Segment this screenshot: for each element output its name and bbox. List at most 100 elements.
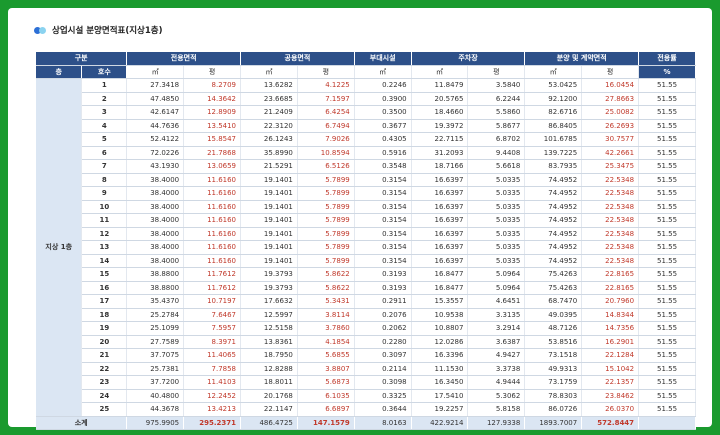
table-cell: 38.4000 bbox=[126, 254, 185, 268]
table-cell: 13.0659 bbox=[183, 159, 242, 174]
table-cell: 5.8677 bbox=[467, 119, 526, 133]
table-cell: 11.1530 bbox=[411, 362, 469, 376]
table-cell: 0.3154 bbox=[354, 240, 412, 255]
table-cell: 51.55 bbox=[638, 119, 696, 133]
table-cell: 22.1357 bbox=[581, 375, 640, 390]
table-cell: 49.0395 bbox=[524, 308, 583, 322]
unit-number: 20 bbox=[81, 335, 128, 349]
table-cell: 11.6160 bbox=[183, 227, 242, 241]
header-ratio: 전용률 bbox=[638, 52, 696, 66]
table-cell: 0.3154 bbox=[354, 200, 412, 214]
table-row: 13 38.4000 11.6160 19.1401 5.7899 0.3154 16.63… bbox=[36, 240, 696, 255]
table-cell: 16.6397 bbox=[411, 200, 469, 214]
table-cell: 3.2914 bbox=[467, 321, 526, 336]
table-cell: 16.3450 bbox=[411, 375, 469, 390]
table-cell: 0.3154 bbox=[354, 227, 412, 241]
table-cell: 6.7494 bbox=[297, 119, 355, 133]
table-cell: 48.7126 bbox=[524, 321, 583, 336]
unit-number: 17 bbox=[81, 294, 128, 309]
table-cell: 74.4952 bbox=[524, 200, 583, 214]
table-cell: 52.4122 bbox=[126, 132, 185, 147]
header-sqm: ㎡ bbox=[126, 65, 185, 79]
table-cell: 74.4952 bbox=[524, 240, 583, 255]
table-cell: 16.8477 bbox=[411, 281, 469, 295]
header-sqm: ㎡ bbox=[524, 65, 583, 79]
table-cell: 20.7960 bbox=[581, 294, 640, 309]
table-cell: 78.8303 bbox=[524, 389, 583, 403]
table-cell: 4.6451 bbox=[467, 294, 526, 309]
unit-number: 25 bbox=[81, 402, 128, 417]
table-cell: 51.55 bbox=[638, 146, 696, 160]
table-cell: 0.2280 bbox=[354, 335, 412, 349]
header-unit: 호수 bbox=[81, 65, 128, 79]
table-cell: 12.0286 bbox=[411, 335, 469, 349]
table-cell: 51.55 bbox=[638, 78, 696, 93]
table-row: 21 37.7075 11.4065 18.7950 5.6855 0.3097 16.33… bbox=[36, 348, 696, 363]
table-cell: 22.8165 bbox=[581, 281, 640, 295]
table-cell: 6.5126 bbox=[297, 159, 355, 174]
table-cell: 51.55 bbox=[638, 173, 696, 187]
table-cell: 5.7899 bbox=[297, 200, 355, 214]
table-row: 15 38.8800 11.7612 19.3793 5.8622 0.3193 16.84… bbox=[36, 267, 696, 282]
table-cell: 5.7899 bbox=[297, 173, 355, 187]
table-cell: 3.7860 bbox=[297, 321, 355, 336]
table-cell: 5.0335 bbox=[467, 254, 526, 268]
table-cell: 11.6160 bbox=[183, 213, 242, 228]
table-cell: 74.4952 bbox=[524, 213, 583, 228]
table-cell: 42.2661 bbox=[581, 146, 640, 160]
table-cell: 8.2709 bbox=[183, 78, 242, 93]
table-cell: 11.7612 bbox=[183, 281, 242, 295]
table-row: 9 38.4000 11.6160 19.1401 5.7899 0.3154 16.639… bbox=[36, 186, 696, 201]
table-cell: 0.3154 bbox=[354, 186, 412, 201]
unit-number: 1 bbox=[81, 78, 128, 93]
table-cell: 0.3154 bbox=[354, 213, 412, 228]
table-cell: 51.55 bbox=[638, 240, 696, 255]
table-cell: 11.6160 bbox=[183, 240, 242, 255]
table-cell: 13.6282 bbox=[240, 78, 298, 93]
table-cell: 10.9538 bbox=[411, 308, 469, 322]
table-cell: 86.0726 bbox=[524, 402, 583, 417]
table-cell: 19.1401 bbox=[240, 213, 298, 228]
unit-number: 5 bbox=[81, 132, 128, 147]
table-cell: 6.6897 bbox=[297, 402, 355, 417]
table-cell: 13.5410 bbox=[183, 119, 242, 133]
total-cell: 975.9905 bbox=[126, 416, 185, 430]
table-cell: 22.5348 bbox=[581, 186, 640, 201]
table-cell: 92.1200 bbox=[524, 92, 583, 106]
unit-number: 12 bbox=[81, 227, 128, 241]
table-cell: 18.7166 bbox=[411, 159, 469, 174]
table-cell: 12.5158 bbox=[240, 321, 298, 336]
table-row: 지상 1층 1 27.3418 8.2709 13.6282 4.1225 0.2246 11… bbox=[36, 78, 696, 417]
total-cell: 127.9338 bbox=[467, 416, 526, 430]
table-cell: 16.6397 bbox=[411, 240, 469, 255]
table-cell: 22.3120 bbox=[240, 119, 298, 133]
table-row: 14 38.4000 11.6160 19.1401 5.7899 0.3154 16.63… bbox=[36, 254, 696, 268]
table-cell: 16.3396 bbox=[411, 348, 469, 363]
table-cell: 49.9313 bbox=[524, 362, 583, 376]
table-cell: 25.3475 bbox=[581, 159, 640, 174]
table-cell: 74.4952 bbox=[524, 186, 583, 201]
table-cell: 51.55 bbox=[638, 362, 696, 376]
table-cell: 139.7225 bbox=[524, 146, 583, 160]
header-row-1: 구분 전용면적 공용면적 부대시설 주차장 분양 및 계약면적 전용률 bbox=[36, 52, 696, 66]
table-cell: 26.1243 bbox=[240, 132, 298, 147]
table-row: 6 72.0226 21.7868 35.8990 10.8594 0.5916 31.20… bbox=[36, 146, 696, 160]
table-cell: 5.0335 bbox=[467, 240, 526, 255]
table-cell: 0.3154 bbox=[354, 254, 412, 268]
table-cell: 19.1401 bbox=[240, 200, 298, 214]
table-cell: 38.4000 bbox=[126, 227, 185, 241]
table-cell: 51.55 bbox=[638, 186, 696, 201]
header-sqm: ㎡ bbox=[411, 65, 469, 79]
table-cell: 5.7899 bbox=[297, 227, 355, 241]
table-cell: 51.55 bbox=[638, 308, 696, 322]
total-cell: 1893.7007 bbox=[524, 416, 583, 430]
table-cell: 16.8477 bbox=[411, 267, 469, 282]
table-cell: 42.6147 bbox=[126, 105, 185, 120]
table-cell: 5.0335 bbox=[467, 227, 526, 241]
table-cell: 16.0454 bbox=[581, 78, 640, 93]
table-cell: 0.3548 bbox=[354, 159, 412, 174]
table-cell: 51.55 bbox=[638, 348, 696, 363]
total-label: 소계 bbox=[36, 416, 128, 430]
table-cell: 53.8516 bbox=[524, 335, 583, 349]
floor-label: 지상 1층 bbox=[36, 78, 83, 417]
